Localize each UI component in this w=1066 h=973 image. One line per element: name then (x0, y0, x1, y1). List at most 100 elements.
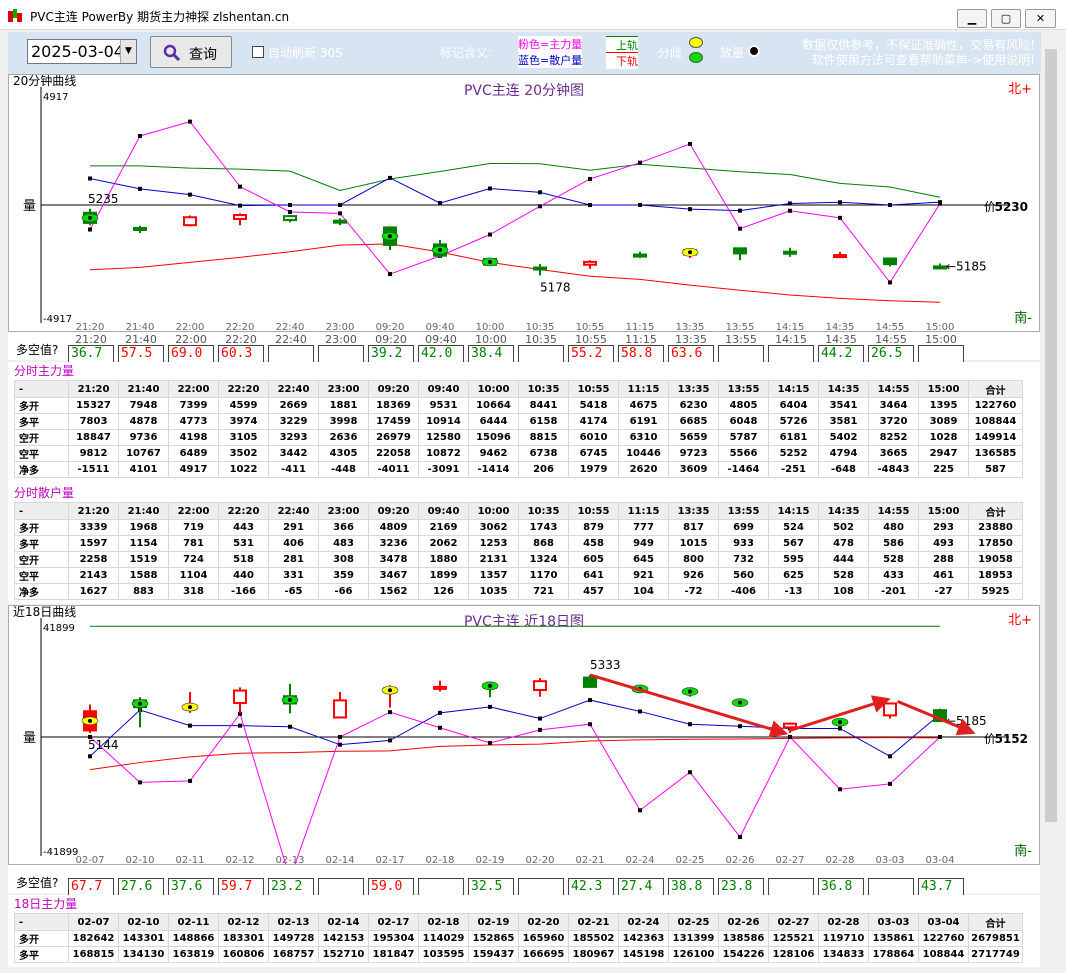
table-cell: 119710 (818, 930, 869, 947)
lower-rail-line (89, 243, 941, 303)
main-force-line-point (338, 735, 342, 739)
table-cell: 3665 (868, 445, 919, 462)
main-force-line (89, 121, 941, 284)
candle-body (583, 676, 597, 688)
close-button[interactable]: ✕ (1025, 9, 1056, 28)
vertical-scrollbar[interactable] (1043, 32, 1059, 967)
retail-volume-line-point (688, 207, 692, 212)
maximize-button[interactable]: ▢ (991, 9, 1021, 28)
low-price-label: 5144 (88, 738, 119, 752)
main-force-line-point (88, 227, 92, 232)
table-cell: -201 (868, 583, 919, 600)
table-cell: 5925 (968, 583, 1023, 600)
table-cell: 480 (868, 519, 919, 536)
retail-volume-line-point (88, 176, 92, 181)
chevron-down-icon[interactable]: ▼ (120, 40, 136, 63)
multi-short-value: 42.0 (418, 345, 464, 363)
main-force-line-point (738, 226, 742, 231)
table-header-cell: 02-20 (518, 913, 569, 931)
disclaimer-line-2: 软件使用方法可查看帮助菜单->使用说明! (811, 53, 1035, 67)
table-cell: 7803 (68, 413, 119, 430)
high-price-label: 5235 (88, 192, 119, 206)
table-cell: 3478 (368, 551, 419, 568)
table-header-cell: 14:15 (768, 502, 819, 520)
table-cell: 26979 (368, 429, 419, 446)
table-cell: 多平 (14, 946, 69, 963)
table-cell: 281 (268, 551, 319, 568)
main-force-line-point (438, 725, 442, 730)
x-tick-label: 02-18 (425, 855, 454, 864)
table-header-cell: 03-03 (868, 913, 919, 931)
volume-dot (688, 689, 692, 694)
minimize-button[interactable]: ▁ (957, 9, 987, 28)
x-tick-label: 02-26 (725, 855, 754, 864)
table-cell: 699 (718, 519, 769, 536)
candle-body (883, 702, 897, 717)
table-cell: 4805 (718, 397, 769, 414)
x-tick-label: 02-25 (675, 855, 704, 864)
retail-volume-line-point (838, 726, 842, 731)
retail-volume-line-point (388, 175, 392, 180)
table-cell: 1170 (518, 567, 569, 584)
legend-diverge: 分歧 (658, 46, 683, 60)
table-cell: 125521 (768, 930, 819, 947)
table-cell: 2258 (68, 551, 119, 568)
candle-body (283, 215, 297, 222)
table-cell: 308 (318, 551, 369, 568)
table-cell: 2143 (68, 567, 119, 584)
table-cell: 5787 (718, 429, 769, 446)
x-tick-label: 22:40 (276, 322, 305, 331)
retail-volume-line (89, 177, 941, 212)
table-cell: 159437 (468, 946, 519, 963)
table-cell: -3091 (418, 461, 469, 478)
scrollbar-thumb[interactable] (1045, 49, 1057, 822)
table-cell: 781 (168, 535, 219, 552)
multi-short-value: 59.0 (368, 878, 414, 896)
table-header-cell: 14:35 (818, 502, 869, 520)
table-cell: 6010 (568, 429, 619, 446)
volume-dot (388, 688, 392, 693)
x-tick-label: 02-14 (325, 855, 354, 864)
table-header-cell: 21:20 (68, 502, 119, 520)
main-force-table-20min: 分时主力量 -21:20 21:40 22:00 22:20 22:40 23:00 09:2… (8, 362, 1040, 484)
multi-short-value (318, 878, 364, 896)
x-tick-label: 21:20 (76, 322, 105, 331)
x-tick-label: 22:20 (226, 322, 255, 331)
table-header-cell: 02-18 (418, 913, 469, 931)
table-cell: 多开 (14, 397, 69, 414)
table-header-cell: 13:35 (668, 502, 719, 520)
multi-short-value: 55.2 (568, 345, 614, 363)
volume-dot (188, 705, 192, 710)
chart-title: PVC主连 近18日图 (464, 614, 584, 630)
table-header-cell: 02-13 (268, 913, 319, 931)
auto-refresh-checkbox[interactable] (252, 46, 264, 58)
table-cell: 空开 (14, 429, 69, 446)
x-tick-label: 10:00 (476, 322, 505, 331)
date-picker[interactable]: 2025-03-04 ▼ (27, 39, 137, 64)
retail-volume-line-point (638, 203, 642, 207)
chart-18day: 近18日曲线PVC主连 近18日图41899-41899量北+南-价515202… (13, 605, 1032, 881)
multi-short-value (268, 345, 314, 363)
table-cell: 6191 (618, 413, 669, 430)
table-cell: 143301 (118, 930, 169, 947)
multi-short-value: 69.0 (168, 345, 214, 363)
table-cell: 122760 (968, 397, 1023, 414)
main-force-line-point (888, 280, 892, 285)
retail-volume-line-point (138, 186, 142, 191)
candle-body (633, 253, 647, 258)
retail-table-20min: 分时散户量 -21:20 21:40 22:00 22:20 22:40 23:00 09:2… (8, 484, 1040, 604)
south-label: 南- (1014, 310, 1032, 326)
table-cell: 10767 (118, 445, 169, 462)
retail-volume-line-point (488, 186, 492, 191)
table-cell: 3293 (268, 429, 319, 446)
table-cell: 4675 (618, 397, 669, 414)
table-cell: 9531 (418, 397, 469, 414)
legend-volume: 放量 (720, 46, 745, 60)
query-button[interactable]: 查询 (150, 36, 232, 68)
x-tick-label: 15:00 (926, 322, 955, 331)
multi-short-value (418, 878, 464, 896)
price-value: 5152 (995, 732, 1028, 746)
disclaimer-line-1: 数据仅供参考，不保证准确性，交易有风险! (802, 38, 1035, 52)
table-header-cell: 22:40 (268, 502, 319, 520)
table-cell: 2717749 (968, 946, 1023, 963)
